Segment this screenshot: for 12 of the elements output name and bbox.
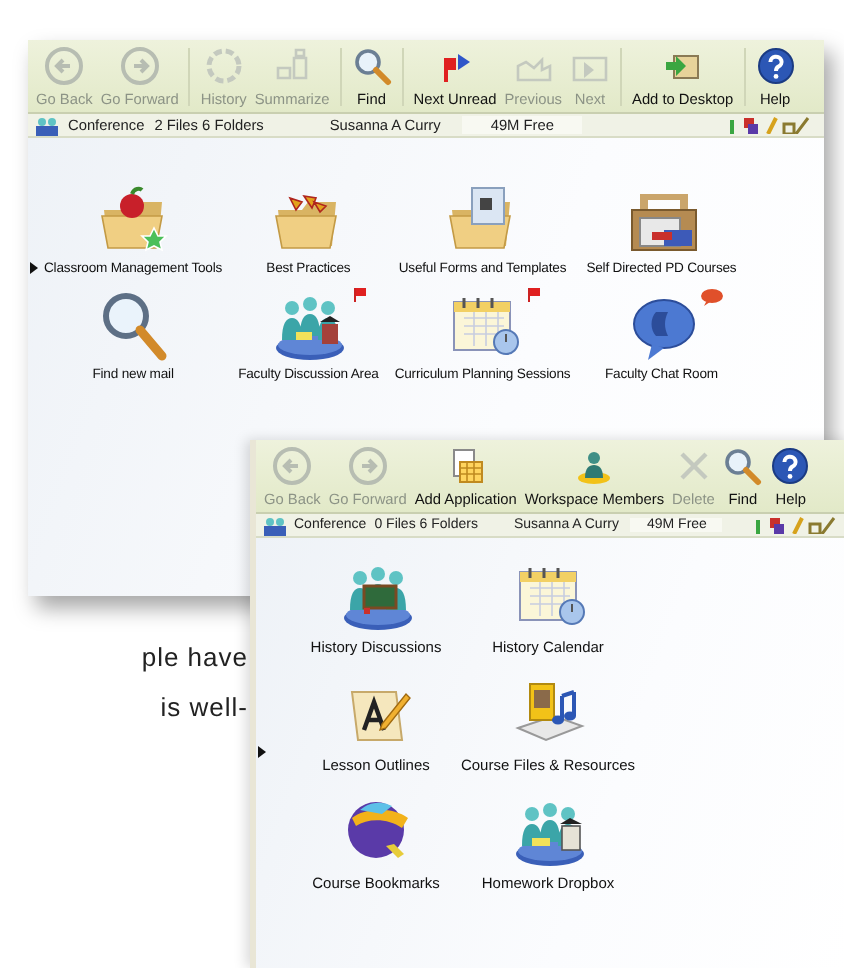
help-icon (770, 446, 811, 486)
conference-icon (36, 115, 58, 135)
triangle-icon (258, 746, 266, 758)
search-icon (351, 46, 392, 86)
document-text: is well- (160, 692, 248, 722)
person-icon (574, 446, 615, 486)
conference-icon (264, 515, 286, 535)
triangle-icon (30, 262, 38, 274)
help-icon (755, 46, 796, 86)
search-icon (722, 446, 763, 486)
history-icon (203, 46, 244, 86)
document-text: ple have (141, 642, 248, 672)
